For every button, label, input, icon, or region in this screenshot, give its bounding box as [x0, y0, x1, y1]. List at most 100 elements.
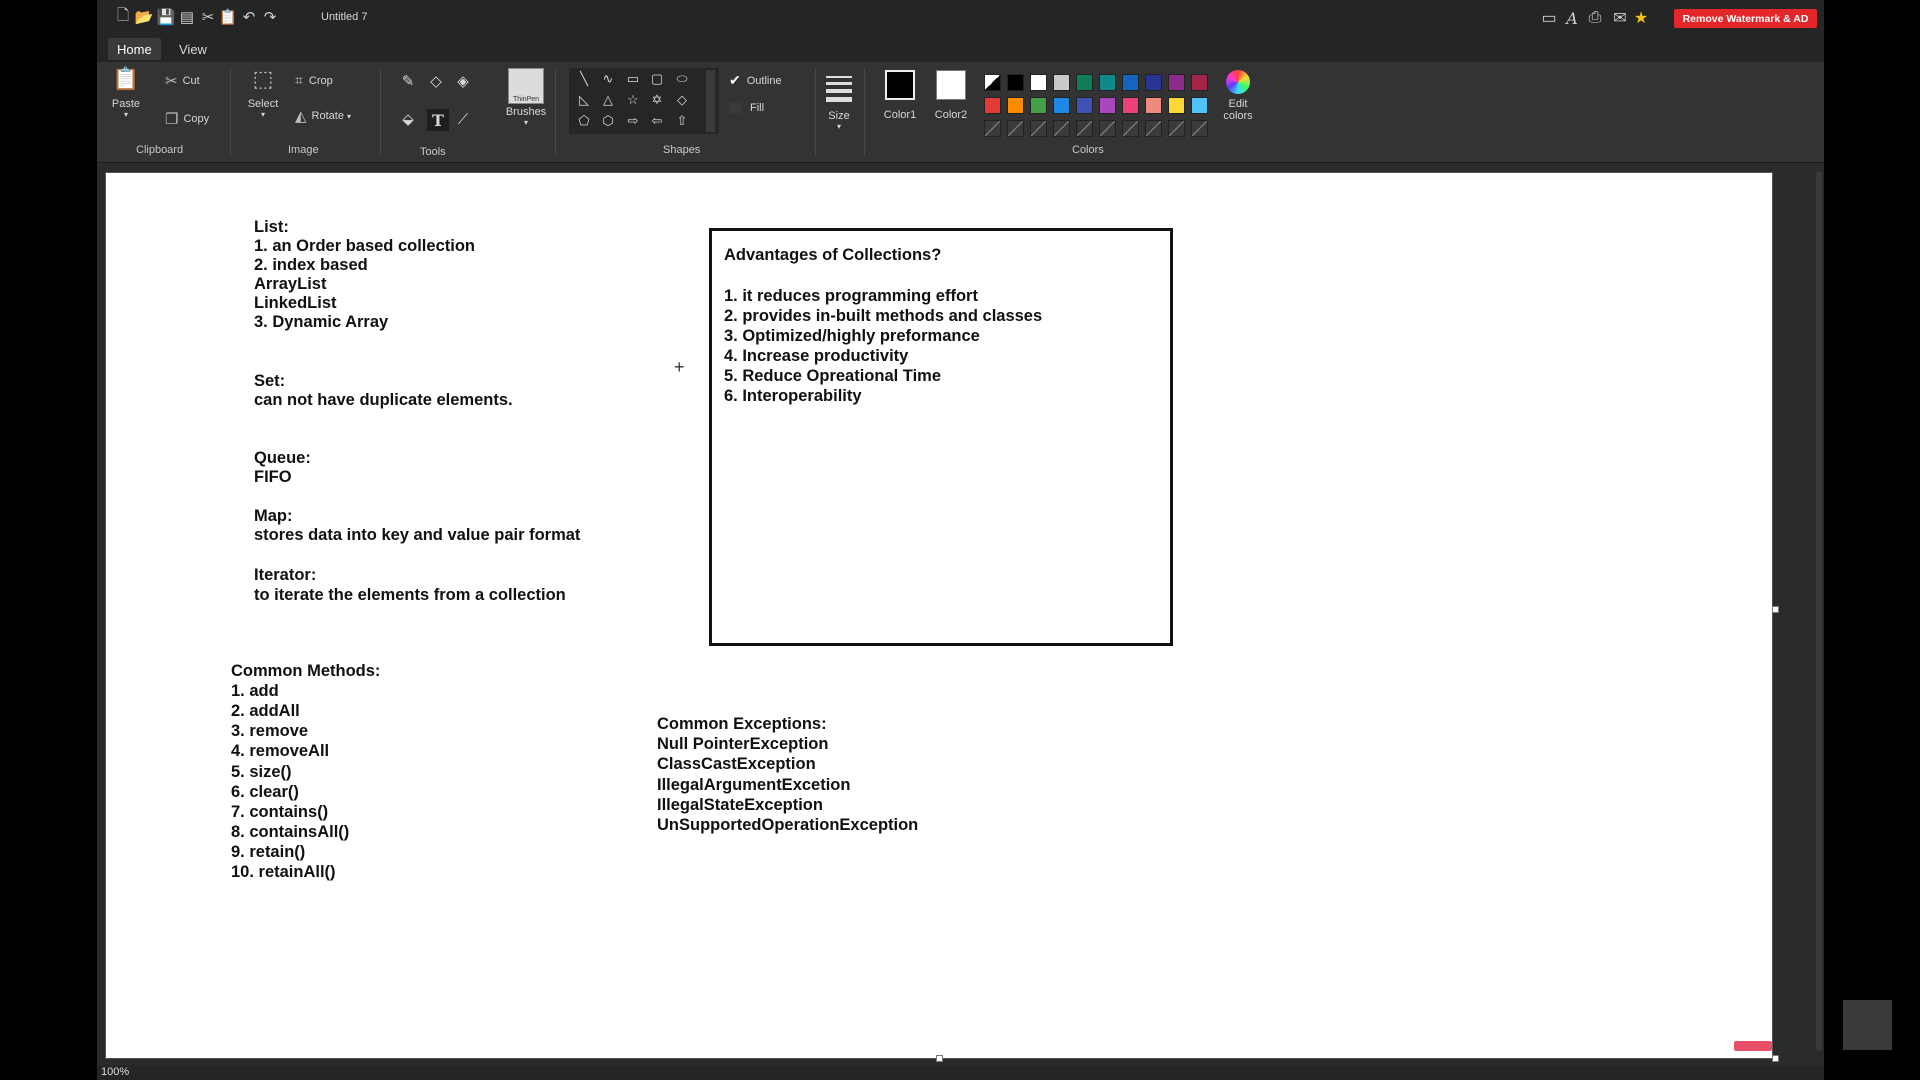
ribbon: 📋 Paste ▾ ✂ Cut ❐ Copy Clipboard ⬚ Selec… [97, 62, 1824, 163]
brush-thumbnail: ThinPen [508, 68, 544, 104]
custom-color-slot[interactable] [984, 120, 1001, 137]
text-tool-icon[interactable]: T [427, 109, 449, 131]
color-swatch[interactable] [1122, 74, 1139, 91]
color-swatch[interactable] [1053, 74, 1070, 91]
pentagon-shape-icon[interactable]: ⬠ [575, 112, 593, 130]
color-swatch[interactable] [1030, 97, 1047, 114]
open-folder-icon[interactable]: 📂 [135, 8, 154, 26]
color-swatch[interactable] [1099, 74, 1116, 91]
arrow-left-shape-icon[interactable]: ⇦ [648, 112, 666, 130]
resize-handle-corner[interactable] [1772, 1055, 1779, 1062]
shapes-scrollbar[interactable] [706, 70, 715, 132]
queue-title: Queue: [254, 449, 311, 467]
custom-color-slot[interactable] [1122, 120, 1139, 137]
rotate-button[interactable]: ◭ Rotate ▾ [295, 107, 351, 125]
color-swatch[interactable] [984, 97, 1001, 114]
resize-handle-bottom[interactable] [936, 1055, 943, 1062]
copy-button[interactable]: ❐ Copy [165, 110, 209, 128]
color-swatch[interactable] [1145, 74, 1162, 91]
color-swatch-bw[interactable] [984, 74, 1001, 91]
arrow-up-shape-icon[interactable]: ⇧ [673, 112, 691, 130]
cut-button[interactable]: ✂ Cut [165, 72, 200, 90]
color-swatch[interactable] [1007, 74, 1024, 91]
divider [230, 68, 231, 156]
color-swatch[interactable] [1076, 74, 1093, 91]
tab-home[interactable]: Home [108, 38, 161, 60]
selection-icon: ⬚ [252, 66, 274, 91]
crosshair-cursor-icon: + [674, 357, 685, 377]
triangle-shape-icon[interactable]: △ [599, 91, 617, 109]
fill-button[interactable]: Fill [729, 102, 764, 114]
paste-icon[interactable]: 📋 [219, 8, 238, 26]
font-icon[interactable]: A [1561, 8, 1583, 28]
color-swatch[interactable] [1191, 97, 1208, 114]
diamond-shape-icon[interactable]: ◇ [673, 91, 691, 109]
paint-window: 🗋 📂 💾 ▤ ✂ 📋 ↶ ↷ Untitled 7 ▭ A ⎙ ✉ ★ Rem… [97, 0, 1824, 1080]
mail-icon[interactable]: ✉ [1609, 8, 1631, 28]
new-file-icon[interactable]: 🗋 [114, 7, 132, 26]
cut-label: Cut [182, 75, 200, 87]
right-triangle-shape-icon[interactable]: ◺ [575, 91, 593, 109]
color-swatch[interactable] [1030, 74, 1047, 91]
brushes-button[interactable]: ThinPen Brushes ▾ [506, 68, 546, 127]
clipboard-icon: 📋 [112, 66, 140, 91]
rounded-rectangle-shape-icon[interactable]: ▢ [648, 70, 666, 88]
paste-button[interactable]: 📋 Paste ▾ [110, 66, 142, 119]
save-as-icon[interactable]: ▤ [178, 8, 196, 26]
color-swatch[interactable] [1053, 97, 1070, 114]
color-swatch[interactable] [1007, 97, 1024, 114]
custom-color-slot[interactable] [1053, 120, 1070, 137]
star6-shape-icon[interactable]: ✡ [648, 91, 666, 109]
arrow-right-shape-icon[interactable]: ⇨ [624, 112, 642, 130]
custom-color-slot[interactable] [1145, 120, 1162, 137]
redo-icon[interactable]: ↷ [261, 8, 279, 26]
color-swatch[interactable] [1122, 97, 1139, 114]
remove-watermark-button[interactable]: Remove Watermark & AD [1674, 9, 1817, 28]
cut-icon[interactable]: ✂ [199, 8, 217, 26]
drawing-canvas[interactable]: List: 1. an Order based collection 2. in… [106, 173, 1779, 1062]
color1-button[interactable]: Color1 [882, 70, 918, 121]
edit-colors-button[interactable]: Edit colors [1220, 70, 1256, 122]
resize-handle-right[interactable] [1772, 606, 1779, 613]
tab-view[interactable]: View [170, 38, 216, 60]
select-button[interactable]: ⬚ Select ▾ [247, 66, 279, 119]
custom-color-slot[interactable] [1099, 120, 1116, 137]
line-shape-icon[interactable]: ╲ [575, 70, 593, 88]
save-icon[interactable]: 💾 [157, 8, 176, 26]
star-icon[interactable]: ★ [1630, 8, 1652, 28]
color-picker-icon[interactable]: ⟋ [454, 110, 472, 128]
curve-shape-icon[interactable]: ∿ [599, 70, 617, 88]
chevron-down-icon: ▾ [836, 122, 841, 131]
color-swatch[interactable] [1076, 97, 1093, 114]
status-bar: 100% [97, 1065, 1824, 1080]
color-swatch[interactable] [1145, 97, 1162, 114]
custom-color-slot[interactable] [1030, 120, 1047, 137]
eraser-icon[interactable]: ◇ [427, 72, 445, 90]
list-item: 1. an Order based collection [254, 237, 475, 255]
rectangle-shape-icon[interactable]: ▭ [624, 70, 642, 88]
paint-bucket-icon[interactable]: ⬙ [399, 110, 417, 128]
custom-color-slot[interactable] [1007, 120, 1024, 137]
color-swatch[interactable] [1168, 74, 1185, 91]
color-swatch[interactable] [1168, 97, 1185, 114]
color-swatch[interactable] [1099, 97, 1116, 114]
crop-button[interactable]: ⌗ Crop [295, 72, 333, 89]
ellipse-shape-icon[interactable]: ⬭ [673, 70, 691, 88]
custom-color-slot[interactable] [1191, 120, 1208, 137]
zoom-level[interactable]: 100% [101, 1066, 129, 1078]
size-button[interactable]: Size ▾ [824, 74, 854, 131]
vertical-scrollbar[interactable] [1816, 171, 1822, 1051]
color2-button[interactable]: Color2 [933, 70, 969, 121]
star-shape-icon[interactable]: ☆ [624, 91, 642, 109]
custom-color-slot[interactable] [1168, 120, 1185, 137]
outline-button[interactable]: ✔ Outline [729, 72, 782, 89]
print-icon[interactable]: ⎙ [1584, 8, 1606, 28]
hexagon-shape-icon[interactable]: ⬡ [599, 112, 617, 130]
undo-icon[interactable]: ↶ [240, 8, 258, 26]
fill-bucket-icon[interactable]: ◈ [454, 72, 472, 90]
window-layout-icon[interactable]: ▭ [1538, 8, 1560, 28]
color-swatch[interactable] [1191, 74, 1208, 91]
size-label: Size [828, 110, 850, 122]
pencil-icon[interactable]: ✎ [399, 72, 417, 90]
custom-color-slot[interactable] [1076, 120, 1093, 137]
